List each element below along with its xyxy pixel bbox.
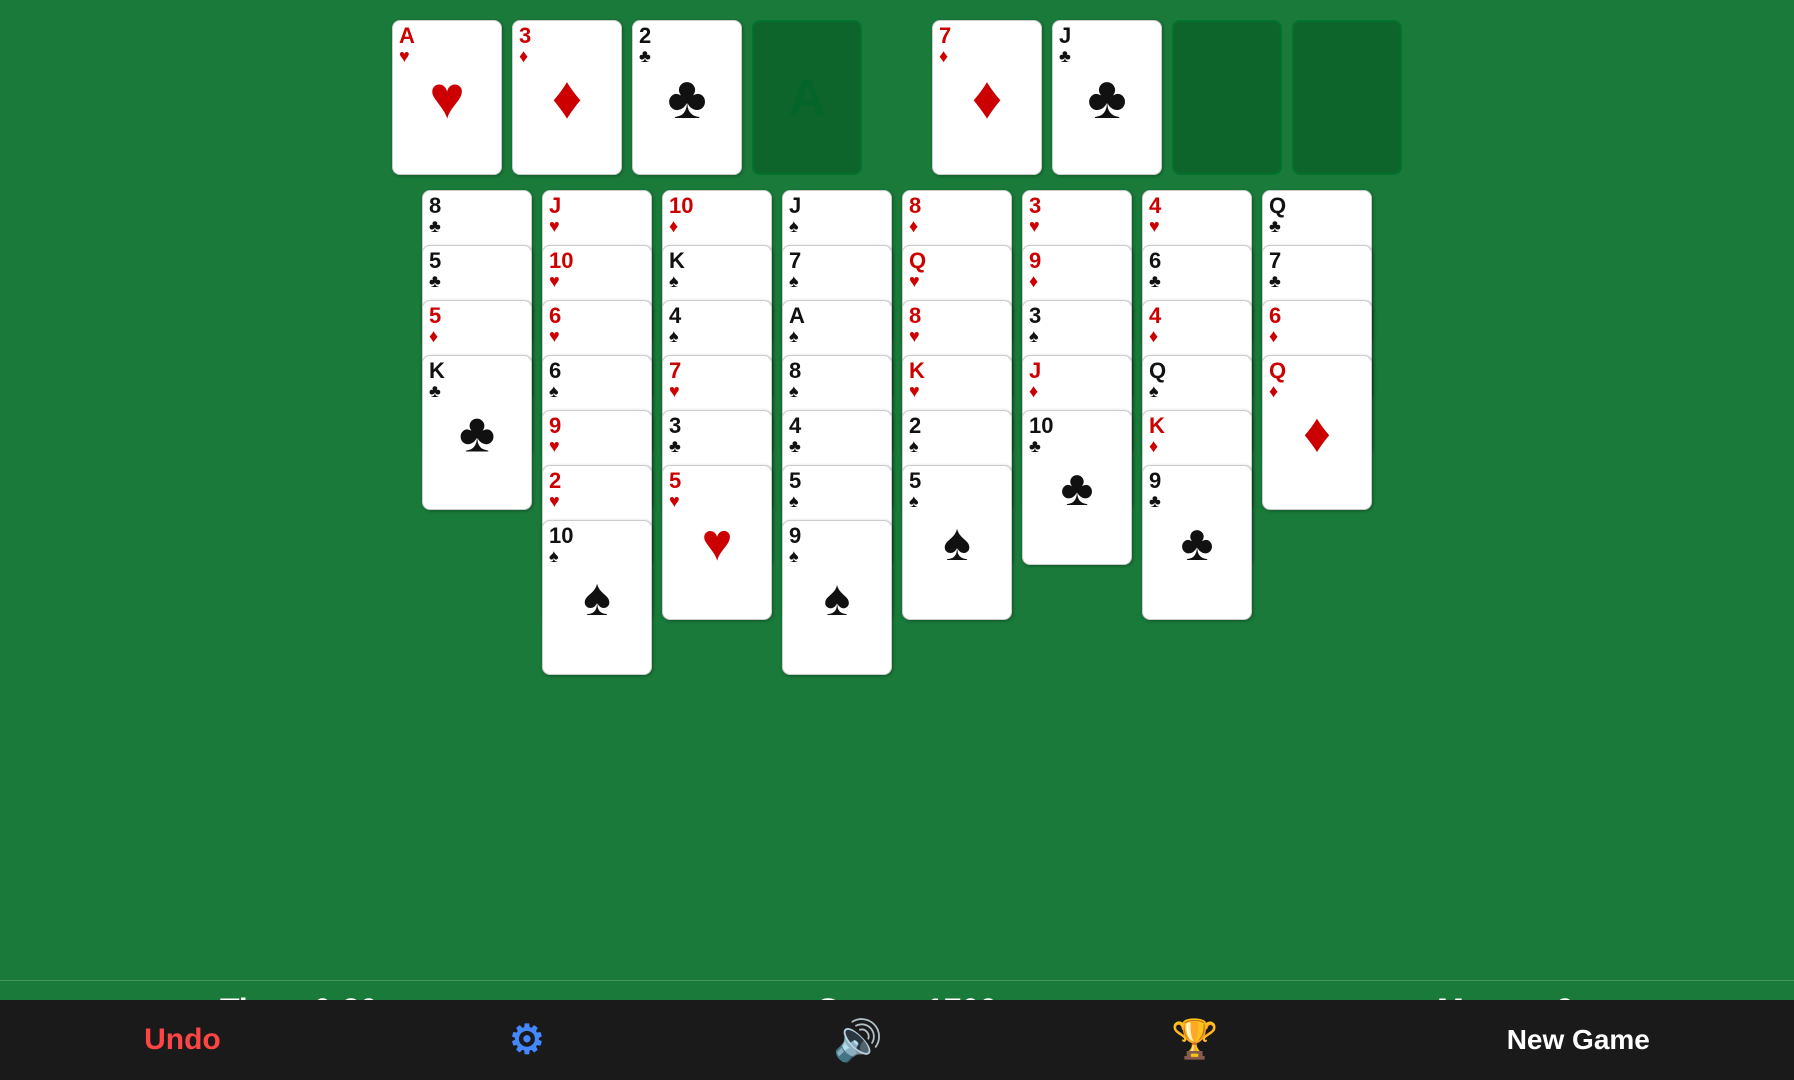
column-7: 4 ♥ ♥ 6 ♣ ♣ 4 ♦ ♦ Q ♠ ♠ K ♦ ♦ <box>1142 190 1252 675</box>
column-3: 10 ♦ ♦ K ♠ ♠ 4 ♠ ♠ 7 ♥ ♥ 3 ♣ ♣ <box>662 190 772 675</box>
card-c5-6[interactable]: 5 ♠ ♠ <box>902 465 1012 620</box>
trophy-button[interactable]: 🏆 <box>1151 1010 1238 1070</box>
card-c3-6[interactable]: 5 ♥ ♥ <box>662 465 772 620</box>
column-8: Q ♣ ♣ 7 ♣ ♣ 6 ♦ ♦ Q ♦ ♦ <box>1262 190 1372 675</box>
column-6: 3 ♥ ♥ 9 ♦ ♦ 3 ♠ ♠ J ♦ ♦ 10 ♣ ♣ <box>1022 190 1132 675</box>
columns-area: 8 ♣ ♣ 5 ♣ ♣ 5 ♦ ♦ K ♣ ♣ J <box>0 190 1794 675</box>
card-c8-4[interactable]: Q ♦ ♦ <box>1262 355 1372 510</box>
spacer <box>872 20 902 175</box>
freecell-4[interactable]: A <box>752 20 862 175</box>
card-c2-7[interactable]: 10 ♠ ♠ <box>542 520 652 675</box>
settings-button[interactable]: ⚙ <box>489 1009 565 1071</box>
foundation-3[interactable] <box>1172 20 1282 175</box>
freecell-1[interactable]: A ♥ ♥ <box>392 20 502 175</box>
freecell-3[interactable]: 2 ♣ ♣ <box>632 20 742 175</box>
gear-icon: ⚙ <box>509 1017 545 1063</box>
top-section: A ♥ ♥ 3 ♦ ♦ 2 ♣ ♣ A <box>0 0 1794 175</box>
freecell-2[interactable]: 3 ♦ ♦ <box>512 20 622 175</box>
foundation-1[interactable]: 7 ♦ ♦ <box>932 20 1042 175</box>
game-area: A ♥ ♥ 3 ♦ ♦ 2 ♣ ♣ A <box>0 0 1794 980</box>
toolbar: Undo ⚙ 🔊 🏆 New Game <box>0 1000 1794 1080</box>
column-1: 8 ♣ ♣ 5 ♣ ♣ 5 ♦ ♦ K ♣ ♣ <box>422 190 532 675</box>
card-c7-6[interactable]: 9 ♣ ♣ <box>1142 465 1252 620</box>
card-c6-5[interactable]: 10 ♣ ♣ <box>1022 410 1132 565</box>
new-game-button[interactable]: New Game <box>1487 1016 1670 1064</box>
freecell-group: A ♥ ♥ 3 ♦ ♦ 2 ♣ ♣ A <box>392 20 862 175</box>
sound-icon: 🔊 <box>833 1017 883 1064</box>
card-c1-4[interactable]: K ♣ ♣ <box>422 355 532 510</box>
card-c4-7[interactable]: 9 ♠ ♠ <box>782 520 892 675</box>
foundation-4[interactable] <box>1292 20 1402 175</box>
foundation-2[interactable]: J ♣ ♣ <box>1052 20 1162 175</box>
column-4: J ♠ ♠ 7 ♠ ♠ A ♠ ♠ 8 ♠ ♠ 4 ♣ ♣ <box>782 190 892 675</box>
column-2: J ♥ ♥ 10 ♥ ♥ 6 ♥ ♥ 6 ♠ ♠ 9 ♥ ♥ <box>542 190 652 675</box>
undo-button[interactable]: Undo <box>124 1015 241 1065</box>
column-5: 8 ♦ ♦ Q ♥ ♥ 8 ♥ ♥ K ♥ ♥ 2 ♠ ♠ <box>902 190 1012 675</box>
trophy-icon: 🏆 <box>1171 1018 1218 1062</box>
foundation-group: 7 ♦ ♦ J ♣ ♣ <box>932 20 1402 175</box>
sound-button[interactable]: 🔊 <box>813 1009 903 1072</box>
